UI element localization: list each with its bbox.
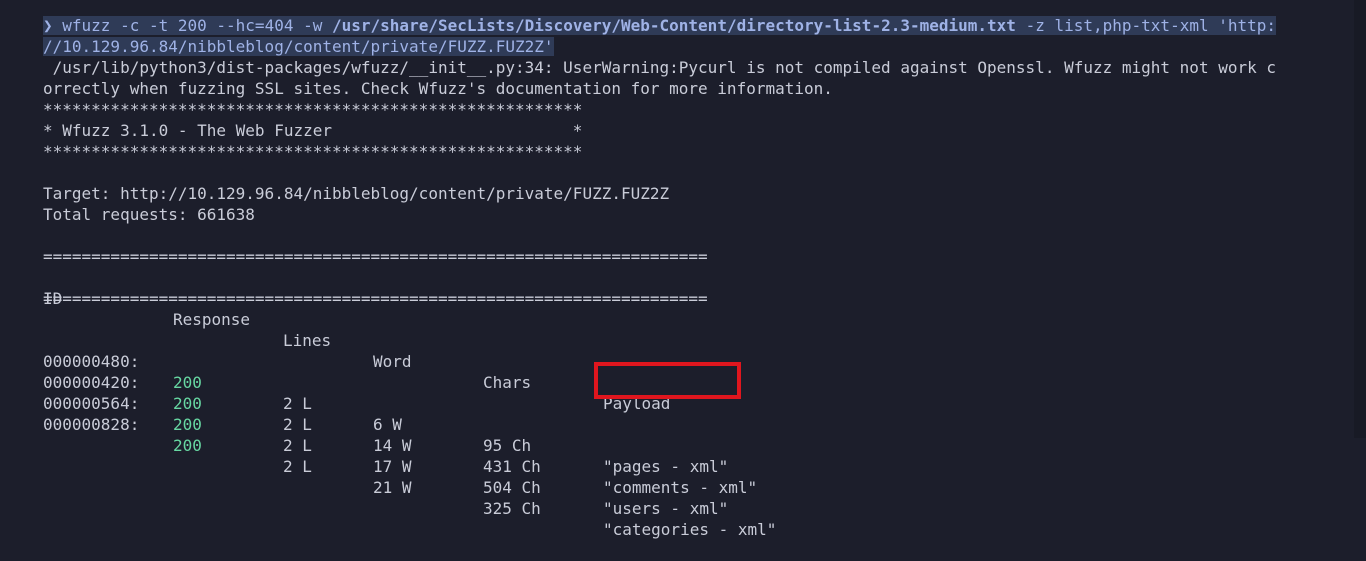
row-word: 21 W	[373, 478, 412, 497]
command-text-tail: -z list,php-txt-xml 'http:	[1015, 16, 1277, 35]
table-header: ID Response Lines Word Chars Payload	[0, 267, 1340, 413]
terminal-window[interactable]: ❯ wfuzz -c -t 200 --hc=404 -w /usr/share…	[0, 0, 1366, 539]
row-response: 200	[173, 436, 202, 455]
row-payload: "categories - xml"	[603, 520, 777, 539]
command-line-continued: //10.129.96.84/nibbleblog/content/privat…	[43, 36, 554, 57]
separator-bottom: ========================================…	[43, 289, 708, 308]
row-response: 200	[173, 415, 202, 434]
banner-border-top: ****************************************…	[43, 100, 583, 119]
separator-top: ========================================…	[43, 247, 708, 266]
command-wordlist-path: /usr/share/SecLists/Discovery/Web-Conten…	[332, 16, 1016, 35]
row-chars: 95 Ch	[483, 436, 532, 455]
row-lines: 2 L	[283, 457, 312, 476]
terminal-scrollbar[interactable]	[1354, 0, 1366, 438]
banner-border-bottom: ****************************************…	[43, 142, 583, 161]
row-chars: 431 Ch	[483, 457, 541, 476]
command-text: wfuzz -c -t 200 --hc=404 -w	[52, 16, 332, 35]
highlight-annotation-box	[594, 362, 741, 399]
header-response: Response	[173, 310, 251, 329]
row-lines: 2 L	[283, 436, 312, 455]
target-url: Target: http://10.129.96.84/nibbleblog/c…	[43, 184, 670, 203]
row-payload: "pages - xml"	[603, 457, 729, 476]
row-lines: 2 L	[283, 415, 312, 434]
row-payload: "comments - xml"	[603, 478, 758, 497]
row-chars: 325 Ch	[483, 499, 541, 518]
row-id: 000000828:	[43, 415, 140, 434]
warning-line-2: orrectly when fuzzing SSL sites. Check W…	[43, 79, 833, 98]
total-requests: Total requests: 661638	[43, 205, 255, 224]
banner-title: * Wfuzz 3.1.0 - The Web Fuzzer *	[43, 121, 583, 140]
table-row: 000000480: 200 2 L 6 W 95 Ch "pages - xm…	[0, 330, 1340, 476]
row-word: 14 W	[373, 436, 412, 455]
command-line: ❯ wfuzz -c -t 200 --hc=404 -w /usr/share…	[43, 15, 1277, 36]
prompt-symbol: ❯	[43, 16, 53, 35]
row-word: 17 W	[373, 457, 412, 476]
row-chars: 504 Ch	[483, 478, 541, 497]
warning-line-1: /usr/lib/python3/dist-packages/wfuzz/__i…	[43, 58, 1276, 77]
command-url: //10.129.96.84/nibbleblog/content/privat…	[43, 37, 554, 56]
row-word: 6 W	[373, 415, 402, 434]
row-payload: "users - xml"	[603, 499, 729, 518]
